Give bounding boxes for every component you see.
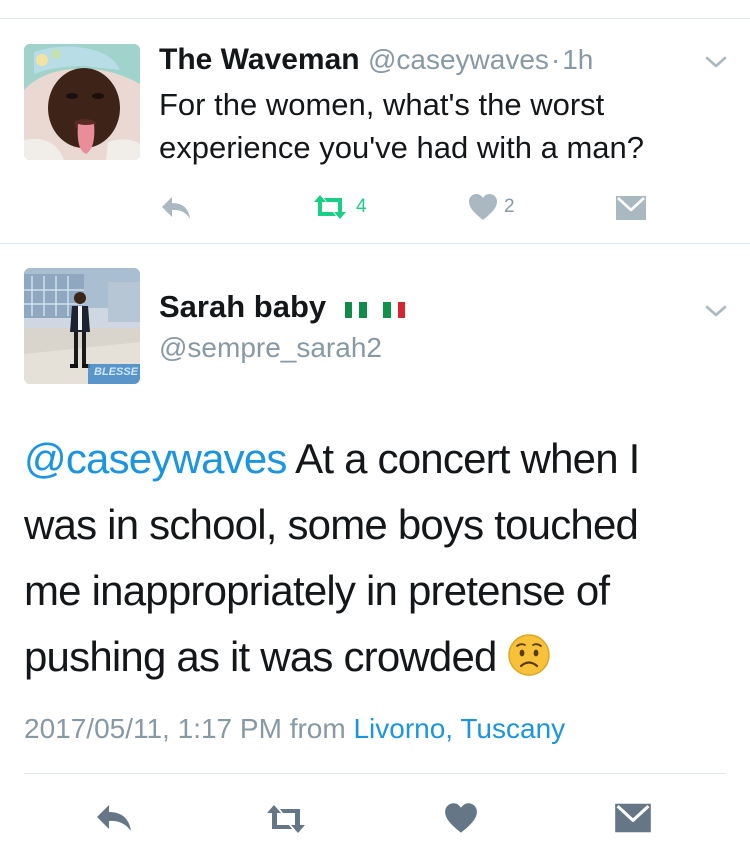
tweet1-text-line2: experience you've had with a man? bbox=[159, 130, 644, 165]
author-handle[interactable]: @sempre_sarah2 bbox=[159, 330, 382, 366]
meta-divider bbox=[24, 773, 726, 774]
like-button[interactable]: 2 bbox=[468, 193, 515, 221]
avatar-sarah[interactable]: BLESSED bbox=[24, 268, 140, 384]
location-link[interactable]: Livorno, Tuscany bbox=[353, 713, 565, 744]
tweet-time[interactable]: 1h bbox=[562, 44, 593, 75]
reply-icon[interactable] bbox=[95, 803, 133, 833]
avatar-caption: BLESSED bbox=[94, 366, 138, 378]
author-name[interactable]: Sarah baby bbox=[159, 289, 326, 324]
tweet2-body: @caseywaves At a concert when I was in s… bbox=[24, 426, 640, 690]
timestamp[interactable]: 2017/05/11, 1:17 PM bbox=[24, 713, 282, 744]
flag-italy-icon bbox=[383, 302, 406, 318]
dm-envelope-icon[interactable] bbox=[614, 802, 652, 834]
body-line-2: was in school, some boys touched bbox=[24, 501, 639, 548]
tweet1-header: The Waveman @caseywaves·1h bbox=[159, 40, 593, 80]
worried-face-emoji bbox=[507, 634, 550, 676]
from-label: from bbox=[289, 713, 346, 744]
body-line-1: At a concert when I bbox=[295, 435, 640, 482]
retweet-icon[interactable] bbox=[263, 803, 309, 835]
avatar-waveman-image bbox=[24, 44, 140, 160]
retweet-icon bbox=[314, 195, 346, 219]
author-name[interactable]: The Waveman bbox=[159, 43, 360, 76]
dot-separator: · bbox=[550, 44, 561, 75]
body-line-3: me inappropriately in pretense of bbox=[24, 567, 610, 614]
tweet1-text-line1: For the women, what's the worst bbox=[159, 87, 605, 122]
author-handle[interactable]: @caseywaves bbox=[368, 44, 549, 75]
mention-link[interactable]: @caseywaves bbox=[24, 435, 287, 482]
tweet2-meta: 2017/05/11, 1:17 PM from Livorno, Tuscan… bbox=[24, 711, 565, 747]
dm-envelope-icon[interactable] bbox=[615, 195, 647, 221]
like-count: 2 bbox=[504, 196, 515, 217]
tweet-divider bbox=[0, 243, 750, 244]
chevron-down-icon[interactable] bbox=[704, 303, 728, 319]
flag-nigeria-icon bbox=[344, 302, 367, 318]
chevron-down-icon[interactable] bbox=[704, 54, 728, 70]
tweet2-author-name-row: Sarah baby bbox=[159, 287, 406, 327]
heart-icon[interactable] bbox=[444, 802, 478, 834]
top-divider bbox=[0, 18, 750, 19]
reply-icon[interactable] bbox=[160, 195, 192, 221]
heart-icon bbox=[469, 194, 497, 220]
retweet-button[interactable]: 4 bbox=[310, 193, 367, 221]
body-line-4: pushing as it was crowded bbox=[24, 633, 497, 680]
retweet-count: 4 bbox=[356, 196, 367, 217]
avatar-waveman[interactable] bbox=[24, 44, 140, 160]
